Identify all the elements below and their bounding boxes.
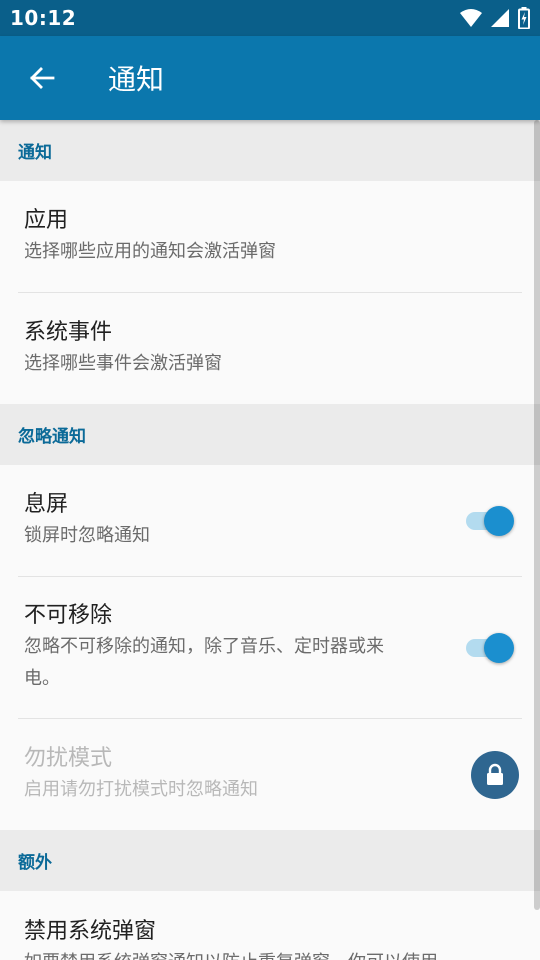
section-header-extra: 额外 — [0, 830, 540, 891]
pref-item-screen-off[interactable]: 息屏 锁屏时忽略通知 — [0, 465, 540, 576]
wifi-icon — [460, 9, 482, 27]
pref-text: 禁用系统弹窗 如要禁用系统弹窗通知以防止重复弹窗，你可以使用 — [24, 917, 516, 960]
pref-title: 勿扰模式 — [24, 745, 113, 771]
pref-title: 系统事件 — [24, 319, 113, 345]
pref-item-disable-system-popup[interactable]: 禁用系统弹窗 如要禁用系统弹窗通知以防止重复弹窗，你可以使用 — [0, 891, 540, 960]
switch-thumb — [484, 505, 514, 536]
lock-button[interactable] — [471, 750, 519, 799]
pref-text: 应用 选择哪些应用的通知会激活弹窗 — [24, 206, 516, 268]
battery-charging-icon — [518, 7, 530, 29]
status-bar: 10:12 — [0, 0, 540, 36]
status-icons — [460, 7, 530, 29]
app-bar: 通知 — [0, 36, 540, 120]
pref-title: 应用 — [24, 207, 69, 233]
cell-signal-icon — [491, 9, 509, 27]
pref-text: 勿扰模式 启用请勿打扰模式时忽略通知 — [24, 744, 471, 806]
pref-text: 不可移除 忽略不可移除的通知，除了音乐、定时器或来电。 — [24, 601, 464, 695]
pref-title: 息屏 — [24, 491, 69, 517]
pref-text: 息屏 锁屏时忽略通知 — [24, 490, 464, 552]
pref-text: 系统事件 选择哪些事件会激活弹窗 — [24, 318, 516, 380]
pref-item-apps[interactable]: 应用 选择哪些应用的通知会激活弹窗 — [0, 181, 540, 292]
back-button[interactable] — [0, 36, 84, 120]
section-header-ignore-notifications: 忽略通知 — [0, 404, 540, 465]
pref-summary: 如要禁用系统弹窗通知以防止重复弹窗，你可以使用 — [24, 947, 516, 960]
pref-summary: 锁屏时忽略通知 — [24, 524, 150, 546]
scrollbar[interactable] — [534, 120, 540, 910]
arrow-back-icon — [30, 67, 55, 89]
settings-list[interactable]: 通知 应用 选择哪些应用的通知会激活弹窗 系统事件 选择哪些事件会激活弹窗 忽略… — [0, 120, 540, 960]
pref-summary: 启用请勿打扰模式时忽略通知 — [24, 778, 258, 800]
non-removable-switch[interactable] — [464, 631, 518, 665]
pref-title: 禁用系统弹窗 — [24, 919, 157, 944]
screen-off-switch[interactable] — [464, 504, 518, 538]
pref-summary: 选择哪些应用的通知会激活弹窗 — [24, 240, 276, 262]
section-header-notifications: 通知 — [0, 120, 540, 181]
pref-title: 不可移除 — [24, 602, 113, 628]
pref-summary: 选择哪些事件会激活弹窗 — [24, 352, 222, 374]
pref-item-do-not-disturb[interactable]: 勿扰模式 启用请勿打扰模式时忽略通知 — [0, 719, 540, 830]
pref-item-non-removable[interactable]: 不可移除 忽略不可移除的通知，除了音乐、定时器或来电。 — [0, 577, 540, 718]
status-time: 10:12 — [10, 6, 77, 30]
pref-item-system-events[interactable]: 系统事件 选择哪些事件会激活弹窗 — [0, 293, 540, 404]
pref-summary: 忽略不可移除的通知，除了音乐、定时器或来电。 — [24, 635, 384, 689]
switch-thumb — [484, 632, 514, 663]
page-title: 通知 — [108, 63, 165, 96]
lock-icon — [487, 763, 503, 785]
